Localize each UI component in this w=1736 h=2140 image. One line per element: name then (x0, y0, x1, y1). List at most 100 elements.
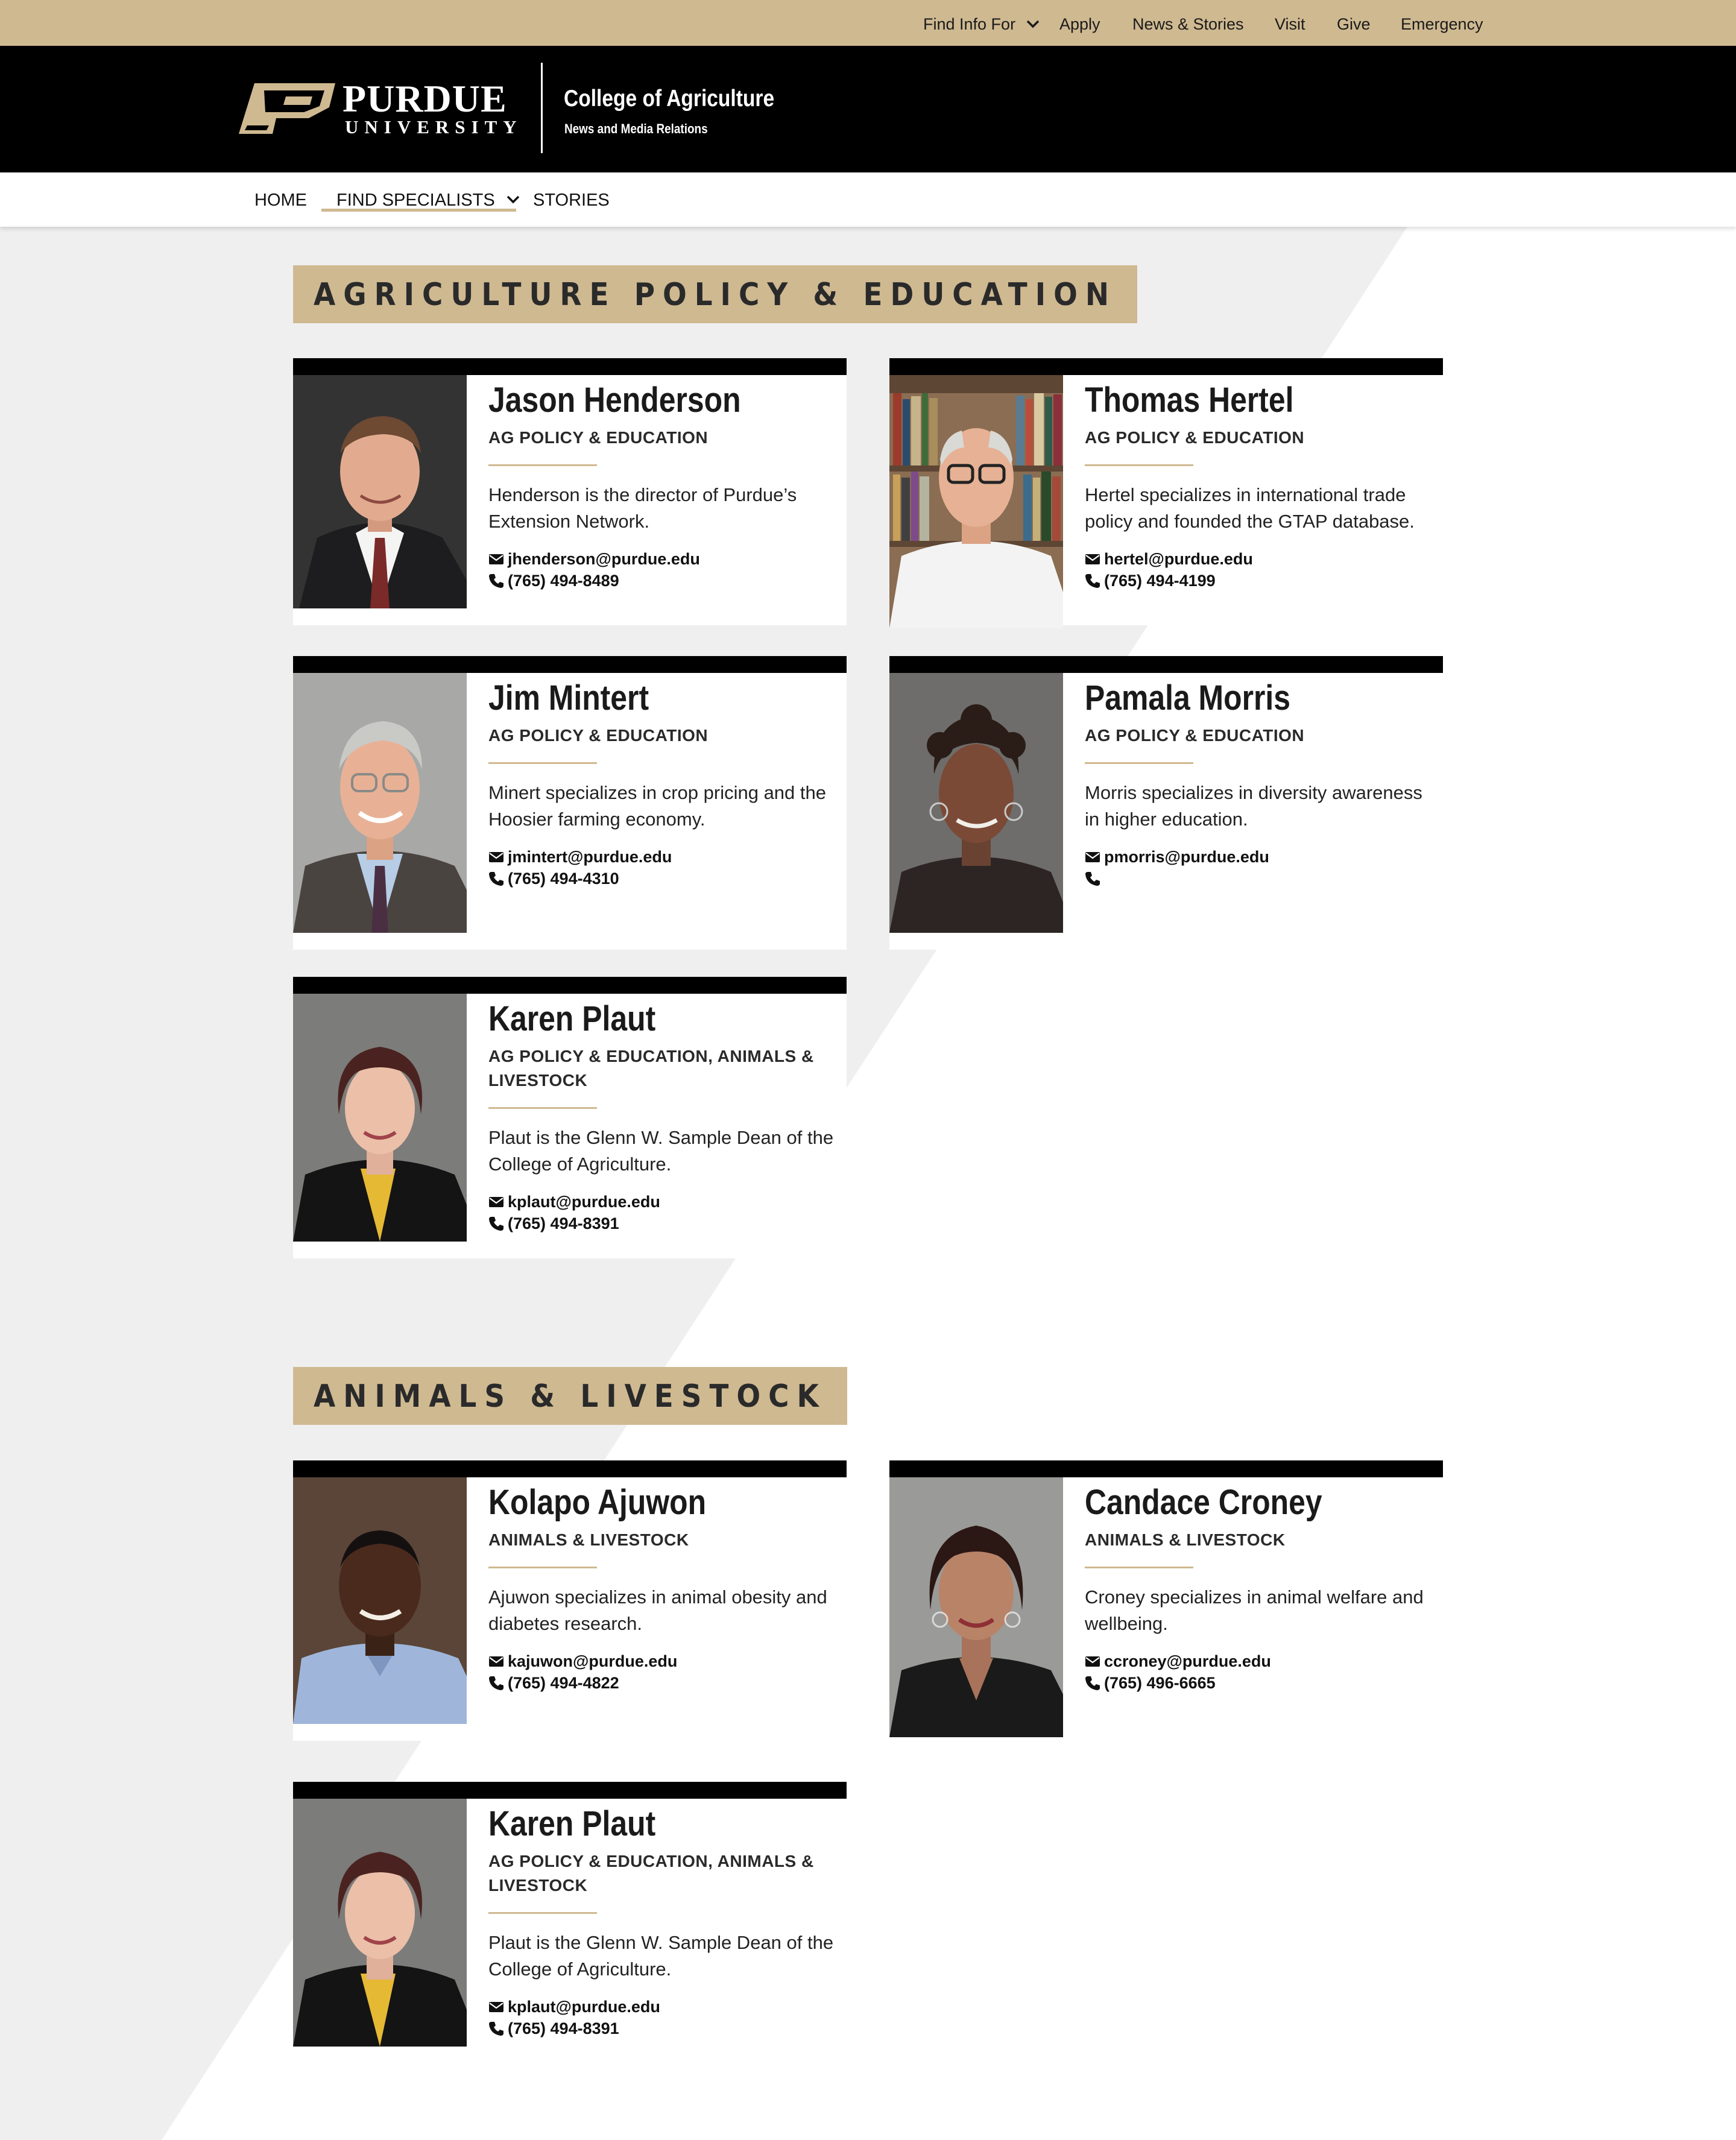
photo-candace-croney (889, 1477, 1063, 1737)
specialist-info: Karen Plaut AG POLICY & EDUCATION, ANIMA… (488, 1799, 835, 2039)
email-row[interactable]: kplaut@purdue.edu (488, 1996, 835, 2018)
visit-link[interactable]: Visit (1275, 0, 1305, 46)
specialist-email[interactable]: pmorris@purdue.edu (1104, 846, 1269, 868)
envelope-icon (1085, 1656, 1100, 1667)
section-title-ag-policy: AGRICULTURE POLICY & EDUCATION (293, 265, 1138, 323)
news-stories-link[interactable]: News & Stories (1132, 0, 1244, 46)
photo-thomas-hertel (889, 375, 1063, 628)
email-row[interactable]: jmintert@purdue.edu (488, 846, 835, 868)
photo-karen-plaut (293, 1799, 467, 2047)
main-nav: HOME FIND SPECIALISTS STORIES (0, 172, 1736, 227)
phone-row[interactable]: (765) 494-4199 (1085, 570, 1431, 592)
specialist-info: Candace Croney ANIMALS & LIVESTOCK Crone… (1085, 1477, 1431, 1694)
specialist-name[interactable]: Karen Plaut (488, 1806, 786, 1842)
phone-icon (489, 2022, 503, 2036)
divider (488, 1912, 597, 1914)
nav-find-specialists[interactable]: FIND SPECIALISTS (336, 172, 522, 227)
specialist-email[interactable]: ccroney@purdue.edu (1104, 1650, 1271, 1672)
phone-icon (489, 574, 503, 588)
specialist-phone[interactable]: (765) 494-8489 (508, 570, 619, 592)
specialist-name[interactable]: Karen Plaut (488, 1001, 786, 1037)
phone-icon (1085, 574, 1100, 588)
specialist-bio: Henderson is the director of Purdue’s Ex… (488, 484, 797, 532)
purdue-wordmark[interactable]: PURDUE (342, 80, 507, 118)
phone-row[interactable]: (765) 494-4310 (488, 868, 835, 889)
photo-jim-mintert (293, 673, 467, 933)
divider (488, 1567, 597, 1568)
specialist-card: Candace Croney ANIMALS & LIVESTOCK Crone… (889, 1460, 1443, 1741)
specialist-email[interactable]: jmintert@purdue.edu (508, 846, 672, 868)
envelope-icon (489, 852, 503, 862)
divider (488, 464, 597, 466)
specialist-bio: Plaut is the Glenn W. Sample Dean of the… (488, 1932, 834, 1980)
email-row[interactable]: ccroney@purdue.edu (1085, 1650, 1431, 1672)
specialist-card: Karen Plaut AG POLICY & EDUCATION, ANIMA… (293, 1782, 847, 2063)
specialist-info: Karen Plaut AG POLICY & EDUCATION, ANIMA… (488, 994, 835, 1234)
email-row[interactable]: kplaut@purdue.edu (488, 1191, 835, 1213)
specialist-name[interactable]: Pamala Morris (1085, 680, 1383, 716)
specialist-name[interactable]: Jim Mintert (488, 680, 786, 716)
divider (488, 762, 597, 764)
email-row[interactable]: pmorris@purdue.edu (1085, 846, 1431, 868)
find-info-for-dropdown[interactable]: Find Info For (923, 0, 1041, 46)
specialist-phone[interactable]: (765) 494-4310 (508, 868, 619, 889)
divider (1085, 762, 1193, 764)
specialist-name[interactable]: Thomas Hertel (1085, 382, 1383, 418)
specialist-info: Pamala Morris AG POLICY & EDUCATION Morr… (1085, 673, 1431, 889)
envelope-icon (489, 1197, 503, 1207)
give-link[interactable]: Give (1337, 0, 1371, 46)
specialist-email[interactable]: hertel@purdue.edu (1104, 548, 1253, 570)
contact-info: jhenderson@purdue.edu (765) 494-8489 (488, 548, 835, 592)
envelope-icon (1085, 554, 1100, 564)
specialist-email[interactable]: kplaut@purdue.edu (508, 1191, 660, 1213)
specialist-name[interactable]: Kolapo Ajuwon (488, 1485, 786, 1521)
specialist-card: Jim Mintert AG POLICY & EDUCATION Minert… (293, 656, 847, 950)
phone-row[interactable]: (765) 494-8391 (488, 1213, 835, 1234)
contact-info: jmintert@purdue.edu (765) 494-4310 (488, 846, 835, 889)
specialist-email[interactable]: jhenderson@purdue.edu (508, 548, 700, 570)
phone-row[interactable]: (765) 494-8391 (488, 2018, 835, 2039)
specialist-card: Thomas Hertel AG POLICY & EDUCATION Hert… (889, 358, 1443, 628)
apply-link[interactable]: Apply (1059, 0, 1100, 46)
purdue-p-logo[interactable] (239, 83, 335, 134)
specialist-phone[interactable]: (765) 494-8391 (508, 2018, 619, 2039)
chevron-down-icon (507, 196, 519, 204)
phone-icon (489, 872, 503, 886)
nav-stories[interactable]: STORIES (533, 172, 610, 227)
phone-row[interactable]: (765) 494-4822 (488, 1672, 835, 1694)
specialist-phone[interactable]: (765) 494-4822 (508, 1672, 619, 1694)
phone-icon (489, 1676, 503, 1690)
email-row[interactable]: jhenderson@purdue.edu (488, 548, 835, 570)
college-name[interactable]: College of Agriculture (564, 86, 774, 112)
email-row[interactable]: hertel@purdue.edu (1085, 548, 1431, 570)
specialist-phone[interactable]: (765) 494-4199 (1104, 570, 1216, 592)
diagonal-background-shape (0, 227, 1407, 2140)
photo-jason-henderson (293, 375, 467, 608)
specialist-department: AG POLICY & EDUCATION, ANIMALS & LIVESTO… (488, 1047, 814, 1090)
phone-icon (1085, 1676, 1100, 1690)
divider (488, 1107, 597, 1109)
contact-info: kajuwon@purdue.edu (765) 494-4822 (488, 1650, 835, 1694)
photo-kolapo-ajuwon (293, 1477, 467, 1724)
nav-home[interactable]: HOME (254, 172, 307, 227)
specialist-phone[interactable]: (765) 496-6665 (1104, 1672, 1216, 1694)
specialist-phone[interactable]: (765) 494-8391 (508, 1213, 619, 1234)
envelope-icon (489, 1656, 503, 1667)
specialist-info: Thomas Hertel AG POLICY & EDUCATION Hert… (1085, 375, 1431, 592)
phone-row[interactable] (1085, 868, 1431, 889)
phone-row[interactable]: (765) 496-6665 (1085, 1672, 1431, 1694)
specialist-name[interactable]: Jason Henderson (488, 382, 786, 418)
specialist-email[interactable]: kajuwon@purdue.edu (508, 1650, 677, 1672)
email-row[interactable]: kajuwon@purdue.edu (488, 1650, 835, 1672)
specialist-card: Pamala Morris AG POLICY & EDUCATION Morr… (889, 656, 1443, 950)
phone-row[interactable]: (765) 494-8489 (488, 570, 835, 592)
specialist-email[interactable]: kplaut@purdue.edu (508, 1996, 660, 2018)
specialist-bio: Minert specializes in crop pricing and t… (488, 782, 826, 830)
photo-karen-plaut (293, 994, 467, 1242)
emergency-link[interactable]: Emergency (1401, 0, 1483, 46)
specialist-card: Jason Henderson AG POLICY & EDUCATION He… (293, 358, 847, 625)
contact-info: ccroney@purdue.edu (765) 496-6665 (1085, 1650, 1431, 1694)
site-header: PURDUE UNIVERSITY College of Agriculture… (0, 46, 1736, 172)
contact-info: pmorris@purdue.edu (1085, 846, 1431, 889)
specialist-name[interactable]: Candace Croney (1085, 1485, 1383, 1521)
